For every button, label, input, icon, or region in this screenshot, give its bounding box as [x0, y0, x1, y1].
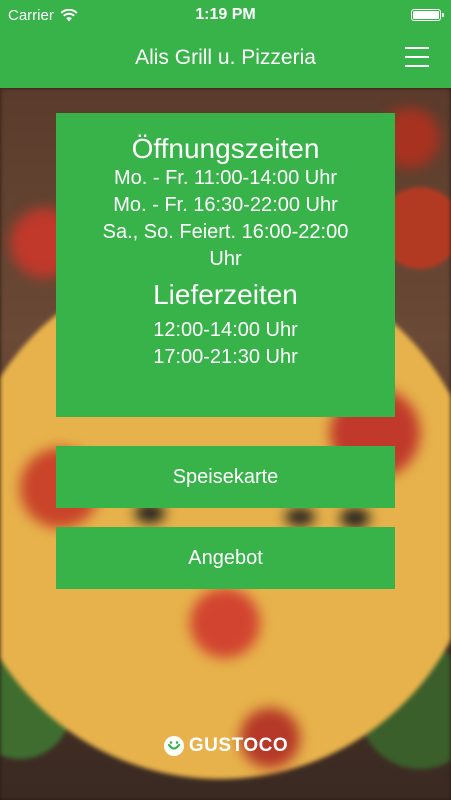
offer-button[interactable]: Angebot — [56, 527, 395, 589]
battery-icon — [411, 9, 444, 21]
opening-hours-line: Uhr — [209, 248, 242, 270]
gustoco-logo: GUSTOCO — [0, 735, 451, 757]
delivery-hours-line: 12:00-14:00 Uhr — [153, 319, 298, 341]
menu-card-button[interactable]: Speisekarte — [56, 446, 395, 508]
page-title: Alis Grill u. Pizzeria — [135, 46, 316, 69]
opening-hours-line: Mo. - Fr. 11:00-14:00 Uhr — [113, 167, 338, 189]
app-header: Carrier 1:19 PM Alis Grill u. Pizzeria — [0, 0, 451, 88]
delivery-hours-title: Lieferzeiten — [153, 279, 298, 310]
opening-hours-card: Öffnungszeiten Mo. - Fr. 11:00-14:00 Uhr… — [56, 113, 395, 417]
status-bar: Carrier 1:19 PM — [0, 0, 451, 30]
hamburger-menu-icon[interactable] — [405, 46, 429, 68]
brand-name: GUSTOCO — [188, 735, 289, 756]
gustoco-logo-icon — [163, 736, 184, 756]
opening-hours-title: Öffnungszeiten — [131, 133, 320, 164]
opening-hours-line: Mo. - Fr. 16:30-22:00 Uhr — [113, 194, 338, 216]
delivery-hours-line: 17:00-21:30 Uhr — [153, 346, 298, 368]
status-time: 1:19 PM — [195, 6, 256, 23]
opening-hours-line: Sa., So. Feiert. 16:00-22:00 — [102, 221, 349, 243]
